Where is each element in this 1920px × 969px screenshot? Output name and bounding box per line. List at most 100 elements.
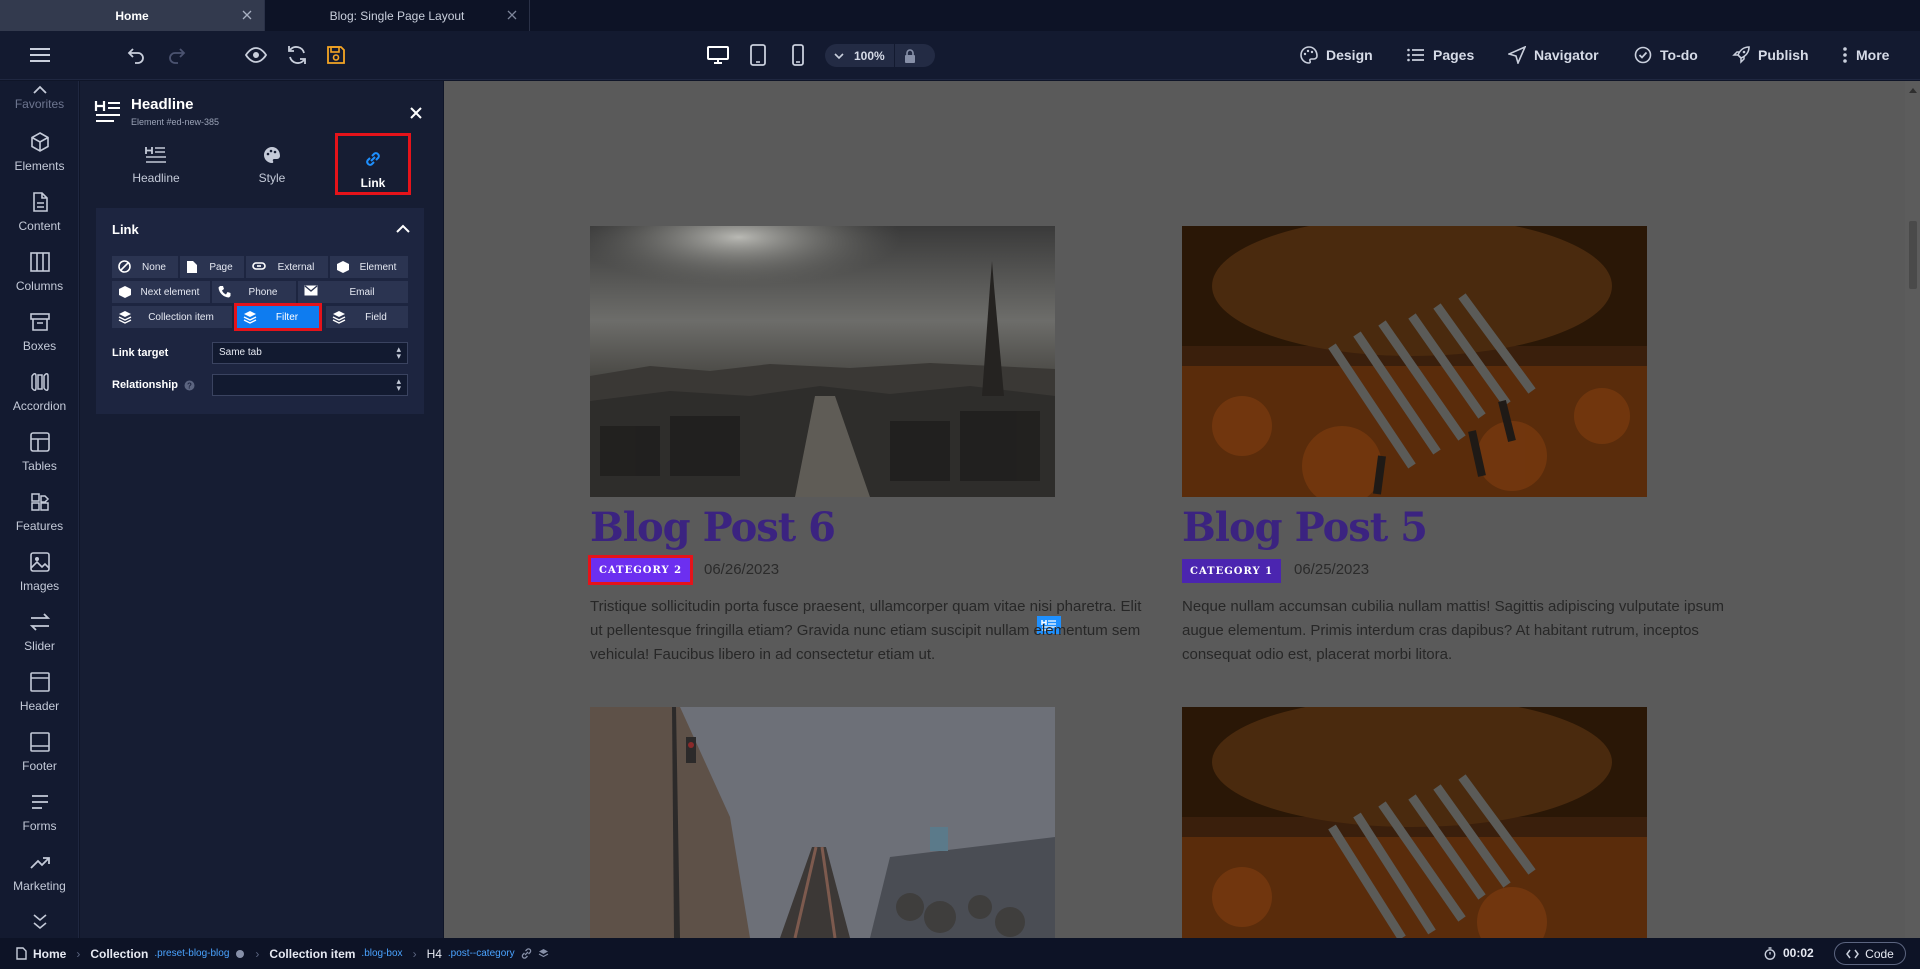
relationship-select[interactable]: ▴ ▾ bbox=[212, 374, 408, 396]
scroll-up-arrow-icon[interactable] bbox=[1909, 87, 1917, 93]
more-button[interactable]: More bbox=[1842, 43, 1889, 67]
navigator-button[interactable]: Navigator bbox=[1508, 43, 1599, 67]
rail-item-images[interactable]: Images bbox=[0, 547, 78, 603]
pages-button[interactable]: Pages bbox=[1407, 43, 1474, 67]
features-icon bbox=[30, 493, 49, 511]
publish-button[interactable]: Publish bbox=[1732, 43, 1809, 67]
undo-icon[interactable] bbox=[124, 43, 148, 67]
image-icon bbox=[29, 552, 50, 572]
crumb-label: Home bbox=[33, 946, 67, 961]
post-category-badge-selected[interactable]: CATEGORY 2 bbox=[587, 555, 694, 585]
rail-label: Boxes bbox=[22, 339, 57, 353]
rail-item-slider[interactable]: Slider bbox=[0, 607, 78, 663]
tab-headline[interactable]: Headline bbox=[118, 133, 194, 195]
preview-eye-icon[interactable] bbox=[244, 43, 268, 67]
save-icon[interactable] bbox=[324, 43, 348, 67]
link-type-label: Phone bbox=[248, 286, 278, 298]
post-image-paris[interactable] bbox=[590, 226, 1055, 497]
link-target-value: Same tab bbox=[219, 347, 262, 358]
design-label: Design bbox=[1326, 47, 1373, 63]
rail-label: Footer bbox=[22, 759, 57, 773]
breadcrumb-home[interactable]: Home bbox=[16, 947, 66, 961]
properties-panel: Headline Element #ed-new-385 Headline St… bbox=[80, 81, 443, 938]
link-type-phone[interactable]: Phone bbox=[212, 281, 296, 303]
document-tabbar: Home Blog: Single Page Layout bbox=[0, 0, 1920, 31]
rail-item-boxes[interactable]: Boxes bbox=[0, 307, 78, 363]
rail-item-header[interactable]: Header bbox=[0, 667, 78, 723]
link-type-next-element[interactable]: Next element bbox=[112, 281, 210, 303]
link-type-page[interactable]: Page bbox=[180, 256, 244, 278]
tab-home[interactable]: Home bbox=[0, 0, 265, 31]
crumb-label: H4 bbox=[426, 946, 442, 961]
code-button[interactable]: Code bbox=[1834, 942, 1906, 965]
close-icon[interactable] bbox=[505, 8, 519, 22]
hamburger-menu-icon[interactable] bbox=[28, 43, 52, 67]
tab-blog-single-page-layout[interactable]: Blog: Single Page Layout bbox=[265, 0, 530, 31]
link-type-email[interactable]: Email bbox=[298, 281, 408, 303]
header-icon bbox=[29, 672, 50, 692]
publish-label: Publish bbox=[1758, 47, 1809, 63]
rail-item-columns[interactable]: Columns bbox=[0, 247, 78, 303]
lock-icon[interactable] bbox=[904, 48, 916, 63]
canvas-scrollbar[interactable] bbox=[1905, 81, 1920, 938]
post-title[interactable]: Blog Post 5 bbox=[1182, 504, 1428, 551]
link-type-filter[interactable]: Filter bbox=[234, 303, 322, 331]
link-type-label: Page bbox=[209, 261, 233, 273]
close-icon[interactable] bbox=[409, 106, 423, 120]
post-category-badge[interactable]: CATEGORY 1 bbox=[1182, 559, 1282, 583]
help-icon[interactable]: ? bbox=[184, 380, 195, 391]
chevron-up-icon[interactable] bbox=[32, 85, 48, 95]
design-button[interactable]: Design bbox=[1300, 43, 1373, 67]
link-type-element[interactable]: Element bbox=[330, 256, 408, 278]
page-canvas[interactable]: Blog Post 6 CATEGORY 2 06/26/2023 Tristi… bbox=[444, 81, 1905, 938]
pages-label: Pages bbox=[1433, 47, 1475, 63]
mobile-view-icon[interactable] bbox=[786, 43, 810, 67]
link-type-collection-item[interactable]: Collection item bbox=[112, 306, 232, 328]
post-title[interactable]: Blog Post 6 bbox=[590, 504, 836, 551]
navigator-label: Navigator bbox=[1534, 47, 1599, 63]
link-type-label: Next element bbox=[140, 286, 200, 298]
rail-item-elements[interactable]: Elements bbox=[0, 127, 78, 183]
section-title: Link bbox=[112, 222, 139, 237]
link-target-select[interactable]: Same tab ▴ ▾ bbox=[212, 342, 408, 364]
link-type-external[interactable]: External bbox=[246, 256, 328, 278]
scrollbar-thumb[interactable] bbox=[1909, 221, 1917, 289]
tab-link[interactable]: Link bbox=[335, 133, 411, 195]
rail-item-features[interactable]: Features bbox=[0, 487, 78, 543]
select-arrows-icon: ▴ ▾ bbox=[396, 344, 401, 361]
redo-icon[interactable] bbox=[165, 43, 189, 67]
rail-item-favorites[interactable]: Favorites bbox=[0, 81, 78, 123]
link-type-none[interactable]: None bbox=[112, 256, 178, 278]
rail-item-marketing[interactable]: Marketing bbox=[0, 847, 78, 903]
document-icon bbox=[32, 192, 48, 212]
todo-button[interactable]: To-do bbox=[1634, 43, 1698, 67]
rail-item-forms[interactable]: Forms bbox=[0, 787, 78, 843]
breadcrumb-collection[interactable]: Collection .preset-blog-blog bbox=[90, 947, 245, 961]
chevron-up-icon[interactable] bbox=[396, 224, 410, 233]
desktop-view-icon[interactable] bbox=[706, 43, 730, 67]
rail-item-tables[interactable]: Tables bbox=[0, 427, 78, 483]
post-image-bench-2[interactable] bbox=[1182, 707, 1647, 938]
crumb-class: .preset-blog-blog bbox=[154, 948, 230, 959]
link-type-label: Collection item bbox=[148, 311, 214, 323]
rail-label: Content bbox=[18, 219, 61, 233]
link-type-label: Filter bbox=[275, 311, 299, 323]
rail-label: Slider bbox=[24, 639, 55, 653]
zoom-control[interactable]: 100% bbox=[825, 44, 935, 67]
post-image-railway[interactable] bbox=[590, 707, 1055, 938]
refresh-icon[interactable] bbox=[285, 43, 309, 67]
post-image-bench[interactable] bbox=[1182, 226, 1647, 497]
palette-icon bbox=[1300, 46, 1318, 64]
rail-label: Accordion bbox=[12, 399, 67, 413]
rail-item-accordion[interactable]: Accordion bbox=[0, 367, 78, 423]
breadcrumb-collection-item[interactable]: Collection item .blog-box bbox=[269, 947, 402, 961]
link-type-field[interactable]: Field bbox=[326, 306, 408, 328]
rail-scroll-down[interactable] bbox=[0, 909, 78, 938]
tab-style[interactable]: Style bbox=[234, 133, 310, 195]
rail-item-footer[interactable]: Footer bbox=[0, 727, 78, 783]
close-icon[interactable] bbox=[240, 8, 254, 22]
rail-item-content[interactable]: Content bbox=[0, 187, 78, 243]
tablet-view-icon[interactable] bbox=[746, 43, 770, 67]
chevron-down-icon[interactable] bbox=[32, 913, 48, 931]
breadcrumb-h4[interactable]: H4 .post--category bbox=[427, 947, 549, 961]
